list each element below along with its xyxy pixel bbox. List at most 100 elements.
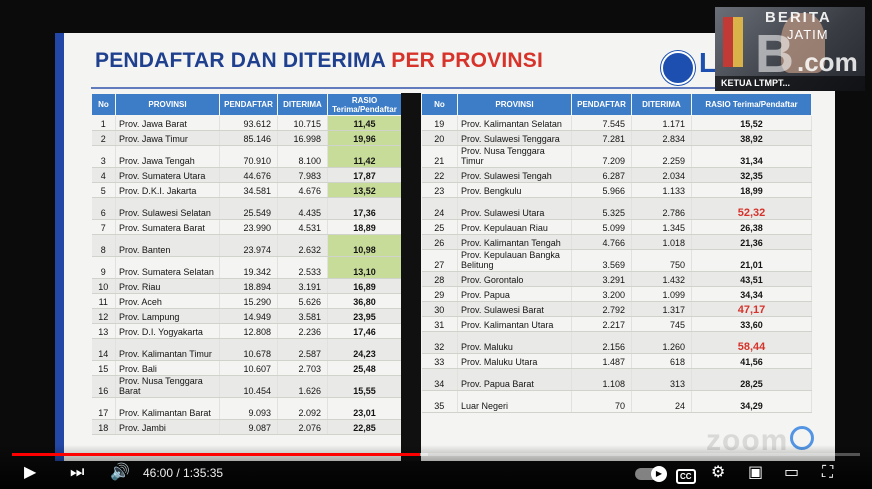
cell-no: 30 (421, 301, 458, 317)
cell-pendaftar: 2.792 (571, 301, 632, 317)
cell-provinsi: Prov. Banten (115, 234, 220, 257)
table-header-row: No PROVINSI PENDAFTAR DITERIMA RASIO Ter… (421, 93, 812, 116)
cell-no: 11 (91, 293, 116, 309)
cell-rasio: 26,38 (691, 219, 812, 235)
cell-diterima: 745 (631, 316, 692, 332)
table-row: 13 Prov. D.I. Yogyakarta 12.808 2.236 17,46 (91, 323, 402, 339)
table-header-row: No PROVINSI PENDAFTAR DITERIMA RASIO Ter… (91, 93, 402, 116)
cell-provinsi: Prov. Jawa Timur (115, 130, 220, 146)
cell-provinsi: Prov. Kalimantan Barat (115, 397, 220, 420)
settings-gear-icon[interactable]: ⚙ (711, 464, 725, 482)
cell-rasio: 38,92 (691, 130, 812, 146)
table-row: 32 Prov. Maluku 2.156 1.260 58,44 (421, 331, 812, 354)
cell-provinsi: Prov. D.I. Yogyakarta (115, 323, 220, 339)
cell-diterima: 2.834 (631, 130, 692, 146)
cell-provinsi: Prov. Kalimantan Utara (457, 316, 572, 332)
table-divider (401, 93, 421, 461)
cell-rasio: 17,87 (327, 167, 402, 183)
theater-mode-icon[interactable]: ▭ (784, 464, 799, 482)
table-row: 17 Prov. Kalimantan Barat 9.093 2.092 23,01 (91, 397, 402, 420)
presentation-slide: PENDAFTAR DAN DITERIMA PER PROVINSI L No… (55, 33, 835, 461)
cell-pendaftar: 18.894 (219, 278, 278, 294)
cell-diterima: 2.259 (631, 145, 692, 168)
cell-pendaftar: 7.545 (571, 115, 632, 131)
cell-provinsi: Prov. Sumatera Barat (115, 219, 220, 235)
table-row: 18 Prov. Jambi 9.087 2.076 22,85 (91, 419, 402, 435)
miniplayer-icon[interactable]: ▣ (748, 464, 763, 482)
next-icon[interactable]: ⏭ (70, 464, 84, 482)
cell-pendaftar: 3.569 (571, 249, 632, 272)
cell-pendaftar: 5.099 (571, 219, 632, 235)
cell-pendaftar: 4.766 (571, 234, 632, 250)
cell-pendaftar: 10.454 (219, 375, 278, 398)
cell-rasio: 34,29 (691, 390, 812, 413)
cell-no: 33 (421, 353, 458, 369)
cell-provinsi: Prov. Bali (115, 360, 220, 376)
autoplay-toggle[interactable]: ▶ (635, 466, 667, 482)
cell-diterima: 3.191 (277, 278, 328, 294)
cell-no: 19 (421, 115, 458, 131)
cell-diterima: 1.345 (631, 219, 692, 235)
cell-provinsi: Prov. Jawa Tengah (115, 145, 220, 168)
table-row: 5 Prov. D.K.I. Jakarta 34.581 4.676 13,52 (91, 182, 402, 198)
cell-rasio: 11,45 (327, 115, 402, 131)
cell-no: 9 (91, 256, 116, 279)
fullscreen-icon[interactable]: ⛶ (822, 464, 833, 482)
cell-no: 28 (421, 271, 458, 287)
cell-provinsi: Prov. Papua Barat (457, 368, 572, 391)
captions-button[interactable]: CC (676, 466, 696, 484)
cell-provinsi: Prov. Sulawesi Tengah (457, 167, 572, 183)
table-row: 16 Prov. Nusa Tenggara Barat 10.454 1.626 15… (91, 375, 402, 398)
cell-rasio: 32,35 (691, 167, 812, 183)
table-row: 1 Prov. Jawa Barat 93.612 10.715 11,45 (91, 115, 402, 131)
cell-provinsi: Prov. Kepulauan Riau (457, 219, 572, 235)
cell-provinsi: Prov. Lampung (115, 308, 220, 324)
cell-diterima: 3.581 (277, 308, 328, 324)
cell-pendaftar: 93.612 (219, 115, 278, 131)
cell-no: 18 (91, 419, 116, 435)
cell-diterima: 1.626 (277, 375, 328, 398)
title-underline (91, 87, 811, 89)
cell-rasio: 17,36 (327, 197, 402, 220)
header-rasio: RASIO Terima/Pendaftar (327, 93, 402, 116)
cell-diterima: 1.099 (631, 286, 692, 302)
cell-diterima: 2.034 (631, 167, 692, 183)
cell-no: 5 (91, 182, 116, 198)
play-icon[interactable]: ▶ (24, 464, 36, 482)
cell-no: 6 (91, 197, 116, 220)
table-row: 2 Prov. Jawa Timur 85.146 16.998 19,96 (91, 130, 402, 146)
cell-diterima: 4.531 (277, 219, 328, 235)
cell-pendaftar: 23.990 (219, 219, 278, 235)
cell-pendaftar: 14.949 (219, 308, 278, 324)
cell-provinsi: Luar Negeri (457, 390, 572, 413)
cell-diterima: 10.715 (277, 115, 328, 131)
cell-provinsi: Prov. Nusa Tenggara Barat (115, 375, 220, 398)
cell-rasio: 41,56 (691, 353, 812, 369)
table-row: 11 Prov. Aceh 15.290 5.626 36,80 (91, 293, 402, 309)
province-table-right: No PROVINSI PENDAFTAR DITERIMA RASIO Ter… (421, 93, 812, 413)
header-pendaftar: PENDAFTAR (219, 93, 278, 116)
header-provinsi: PROVINSI (115, 93, 220, 116)
progress-bar[interactable] (12, 453, 860, 456)
cell-no: 7 (91, 219, 116, 235)
cell-no: 23 (421, 182, 458, 198)
cell-rasio: 34,34 (691, 286, 812, 302)
cell-diterima: 8.100 (277, 145, 328, 168)
cell-pendaftar: 19.342 (219, 256, 278, 279)
cell-provinsi: Prov. Kepulauan Bangka Belitung (457, 249, 572, 272)
table-row: 15 Prov. Bali 10.607 2.703 25,48 (91, 360, 402, 376)
cell-no: 34 (421, 368, 458, 391)
cell-no: 22 (421, 167, 458, 183)
volume-icon[interactable]: 🔊 (110, 464, 130, 482)
cell-no: 31 (421, 316, 458, 332)
cell-no: 10 (91, 278, 116, 294)
cell-no: 13 (91, 323, 116, 339)
current-time: 46:00 (143, 466, 174, 480)
table-row: 29 Prov. Papua 3.200 1.099 34,34 (421, 286, 812, 302)
cell-no: 35 (421, 390, 458, 413)
time-display: 46:00 / 1:35:35 (143, 466, 224, 480)
cell-pendaftar: 70 (571, 390, 632, 413)
cell-provinsi: Prov. Sumatera Selatan (115, 256, 220, 279)
cell-rasio: 13,10 (327, 256, 402, 279)
cell-provinsi: Prov. Nusa Tenggara Timur (457, 145, 572, 168)
